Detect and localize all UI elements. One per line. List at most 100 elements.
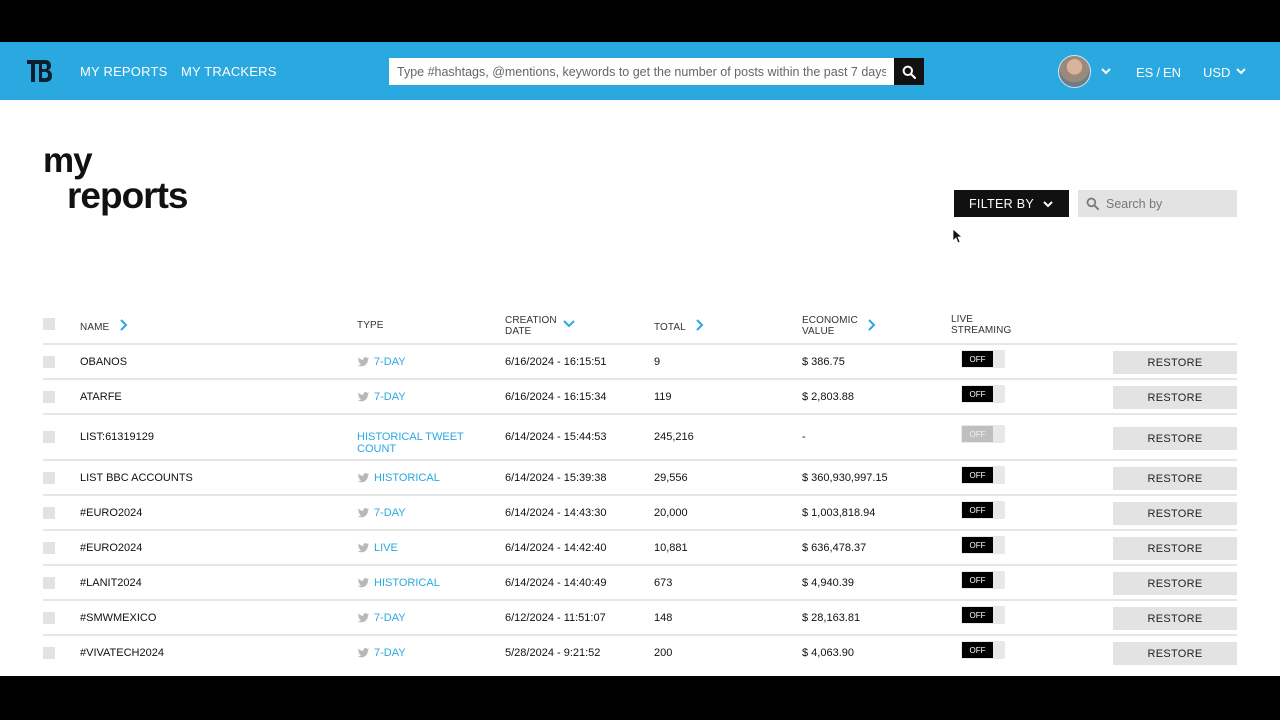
table-row: LIST:61319129 HISTORICAL TWEET COUNT 6/1… xyxy=(43,413,1237,459)
letterbox-bottom xyxy=(0,676,1280,720)
row-checkbox[interactable] xyxy=(43,431,55,443)
restore-button[interactable]: RESTORE xyxy=(1113,386,1237,409)
search-button[interactable] xyxy=(894,58,924,85)
search-icon xyxy=(1086,197,1099,210)
report-type-label[interactable]: 7-DAY xyxy=(374,356,406,368)
report-name[interactable]: #LANIT2024 xyxy=(80,577,142,589)
filter-by-label: FILTER BY xyxy=(969,196,1034,211)
restore-button[interactable]: RESTORE xyxy=(1113,467,1237,490)
row-checkbox[interactable] xyxy=(43,391,55,403)
language-switcher: ES / EN xyxy=(1136,65,1181,80)
live-streaming-toggle[interactable]: OFF xyxy=(961,606,1005,624)
user-avatar[interactable] xyxy=(1058,55,1091,88)
report-type-label[interactable]: LIVE xyxy=(374,542,398,554)
report-economic-value: $ 4,940.39 xyxy=(802,577,854,589)
live-streaming-toggle[interactable]: OFF xyxy=(961,350,1005,368)
report-name[interactable]: #EURO2024 xyxy=(80,507,142,519)
col-header-total[interactable]: TOTAL xyxy=(654,322,686,333)
row-checkbox[interactable] xyxy=(43,507,55,519)
row-checkbox[interactable] xyxy=(43,647,55,659)
brand-logo[interactable] xyxy=(26,58,52,84)
chevron-right-icon[interactable] xyxy=(118,318,128,332)
filter-by-button[interactable]: FILTER BY xyxy=(954,190,1069,217)
report-name[interactable]: LIST BBC ACCOUNTS xyxy=(80,472,193,484)
report-creation-date: 6/14/2024 - 14:43:30 xyxy=(505,507,607,519)
col-header-economic-value-l2: VALUE xyxy=(802,326,835,337)
live-streaming-toggle[interactable]: OFF xyxy=(961,641,1005,659)
toggle-state: OFF xyxy=(962,502,993,518)
report-type: LIVE xyxy=(357,542,398,554)
report-type-label[interactable]: HISTORICAL xyxy=(374,577,440,589)
restore-button[interactable]: RESTORE xyxy=(1113,607,1237,630)
global-search-input[interactable] xyxy=(389,58,894,85)
report-type-label[interactable]: 7-DAY xyxy=(374,647,406,659)
restore-button[interactable]: RESTORE xyxy=(1113,351,1237,374)
col-header-creation-date-l1: CREATION xyxy=(505,315,557,326)
restore-button[interactable]: RESTORE xyxy=(1113,502,1237,525)
live-streaming-toggle[interactable]: OFF xyxy=(961,425,1005,443)
row-checkbox[interactable] xyxy=(43,472,55,484)
row-checkbox[interactable] xyxy=(43,356,55,368)
restore-button[interactable]: RESTORE xyxy=(1113,427,1237,450)
report-name[interactable]: #EURO2024 xyxy=(80,542,142,554)
live-streaming-toggle[interactable]: OFF xyxy=(961,385,1005,403)
letterbox-top xyxy=(0,0,1280,42)
restore-button[interactable]: RESTORE xyxy=(1113,572,1237,595)
report-type-label[interactable]: 7-DAY xyxy=(374,391,406,403)
row-checkbox[interactable] xyxy=(43,542,55,554)
col-header-creation-date[interactable]: CREATION DATE xyxy=(505,315,557,337)
report-total: 673 xyxy=(654,577,673,589)
row-checkbox[interactable] xyxy=(43,577,55,589)
report-name[interactable]: LIST:61319129 xyxy=(80,431,154,443)
currency-selector[interactable]: USD xyxy=(1203,65,1230,80)
report-creation-date: 6/14/2024 - 15:44:53 xyxy=(505,431,607,443)
chevron-down-icon xyxy=(1043,200,1053,207)
restore-button[interactable]: RESTORE xyxy=(1113,642,1237,665)
report-type-label[interactable]: 7-DAY xyxy=(374,507,406,519)
report-type: 7-DAY xyxy=(357,356,406,368)
chevron-down-icon[interactable] xyxy=(562,318,576,330)
chevron-right-icon[interactable] xyxy=(866,318,876,332)
report-name[interactable]: ATARFE xyxy=(80,391,122,403)
report-economic-value: $ 28,163.81 xyxy=(802,612,861,624)
report-type-label[interactable]: HISTORICAL xyxy=(374,472,440,484)
page-title-line1: my xyxy=(43,141,93,180)
nav-my-trackers[interactable]: MY TRACKERS xyxy=(181,64,277,79)
chevron-down-icon[interactable] xyxy=(1100,65,1112,77)
report-name[interactable]: #SMWMEXICO xyxy=(80,612,156,624)
toggle-state: OFF xyxy=(962,467,993,483)
report-type-label[interactable]: 7-DAY xyxy=(374,612,406,624)
live-streaming-toggle[interactable]: OFF xyxy=(961,501,1005,519)
nav-my-reports[interactable]: MY REPORTS xyxy=(80,64,167,79)
live-streaming-toggle[interactable]: OFF xyxy=(961,571,1005,589)
report-economic-value: $ 4,063.90 xyxy=(802,647,854,659)
report-economic-value: $ 1,003,818.94 xyxy=(802,507,876,519)
live-streaming-toggle[interactable]: OFF xyxy=(961,536,1005,554)
col-header-live-streaming-l2: STREAMING xyxy=(951,325,1012,336)
report-name[interactable]: OBANOS xyxy=(80,356,127,368)
report-creation-date: 6/14/2024 - 14:42:40 xyxy=(505,542,607,554)
row-checkbox[interactable] xyxy=(43,612,55,624)
restore-button[interactable]: RESTORE xyxy=(1113,537,1237,560)
bird-icon xyxy=(357,578,370,588)
toggle-state: OFF xyxy=(962,351,993,367)
live-streaming-toggle[interactable]: OFF xyxy=(961,466,1005,484)
table-row: #SMWMEXICO 7-DAY 6/12/2024 - 11:51:07 14… xyxy=(43,599,1237,634)
report-search-input[interactable] xyxy=(1106,196,1226,211)
report-type-label[interactable]: HISTORICAL TWEET COUNT xyxy=(357,431,464,455)
global-search xyxy=(389,58,924,85)
toggle-state: OFF xyxy=(962,537,993,553)
report-name[interactable]: #VIVATECH2024 xyxy=(80,647,164,659)
col-header-name[interactable]: NAME xyxy=(80,322,109,333)
bird-icon xyxy=(357,392,370,402)
bird-icon xyxy=(357,648,370,658)
chevron-right-icon[interactable] xyxy=(694,318,704,332)
report-total: 119 xyxy=(654,391,672,403)
select-all-checkbox[interactable] xyxy=(43,318,55,330)
lang-en[interactable]: EN xyxy=(1163,65,1181,80)
table-row: #VIVATECH2024 7-DAY 5/28/2024 - 9:21:52 … xyxy=(43,634,1237,672)
col-header-economic-value[interactable]: ECONOMIC VALUE xyxy=(802,315,858,337)
table-row: #LANIT2024 HISTORICAL 6/14/2024 - 14:40:… xyxy=(43,564,1237,599)
lang-es[interactable]: ES xyxy=(1136,65,1153,80)
chevron-down-icon[interactable] xyxy=(1235,65,1247,77)
